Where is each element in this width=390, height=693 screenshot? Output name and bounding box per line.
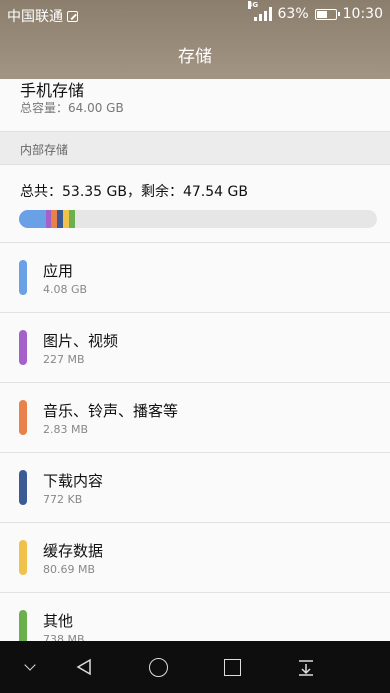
header: 中国联通 3G 63% 10:30 存储 <box>0 0 390 79</box>
category-item[interactable]: 音乐、铃声、播客等 2.83 MB <box>0 383 390 453</box>
carrier-label: 中国联通 <box>7 9 63 25</box>
home-icon[interactable] <box>128 641 188 693</box>
category-name: 下载内容 <box>43 472 104 490</box>
phone-storage-capacity: 总容量：64.00 GB <box>20 101 124 115</box>
category-name: 缓存数据 <box>43 542 104 560</box>
phone-storage-title: 手机存储 <box>20 81 85 100</box>
back-icon[interactable] <box>54 641 114 693</box>
recents-icon[interactable] <box>202 641 262 693</box>
usage-segment <box>19 210 47 228</box>
category-item[interactable]: 图片、视频 227 MB <box>0 313 390 383</box>
phone-storage-item[interactable]: 手机存储 总容量：64.00 GB <box>0 79 390 131</box>
category-item[interactable]: 应用 4.08 GB <box>0 243 390 313</box>
page-title: 存储 <box>178 47 212 67</box>
category-size: 80.69 MB <box>43 563 96 576</box>
status-bar: 中国联通 3G 63% 10:30 <box>0 0 390 28</box>
category-name: 音乐、铃声、播客等 <box>43 402 179 420</box>
category-color-swatch <box>19 540 27 575</box>
battery-icon <box>314 8 340 20</box>
chevron-down-icon[interactable] <box>0 641 60 693</box>
category-size: 772 KB <box>43 493 83 506</box>
category-name: 图片、视频 <box>43 332 119 350</box>
notification-pull-icon[interactable] <box>276 641 336 693</box>
battery-percent: 63% <box>277 6 309 22</box>
category-list: 应用 4.08 GB 图片、视频 227 MB 音乐、铃声、播客等 2.83 MB 下载内容… <box>0 243 390 663</box>
category-color-swatch <box>19 330 27 365</box>
category-item[interactable]: 缓存数据 80.69 MB <box>0 523 390 593</box>
category-color-swatch <box>19 260 27 295</box>
category-color-swatch <box>19 610 27 645</box>
network-type: 3G <box>247 1 259 9</box>
edit-icon <box>67 10 78 22</box>
category-size: 227 MB <box>43 353 85 366</box>
clock: 10:30 <box>342 6 383 22</box>
storage-summary: 总共：53.35 GB，剩余：47.54 GB <box>0 165 390 243</box>
storage-usage-bar <box>19 210 377 228</box>
category-name: 其他 <box>43 612 74 630</box>
category-color-swatch <box>19 400 27 435</box>
category-color-swatch <box>19 470 27 505</box>
category-size: 2.83 MB <box>43 423 89 436</box>
navigation-bar <box>0 641 390 693</box>
internal-storage-header: 内部存储 <box>0 131 390 165</box>
category-size: 4.08 GB <box>43 283 88 296</box>
category-item[interactable]: 下载内容 772 KB <box>0 453 390 523</box>
usage-segment <box>68 210 76 228</box>
category-name: 应用 <box>43 262 74 280</box>
internal-storage-label: 内部存储 <box>20 143 69 157</box>
storage-summary-text: 总共：53.35 GB，剩余：47.54 GB <box>20 184 248 200</box>
signal-icon: 3G <box>247 1 272 21</box>
